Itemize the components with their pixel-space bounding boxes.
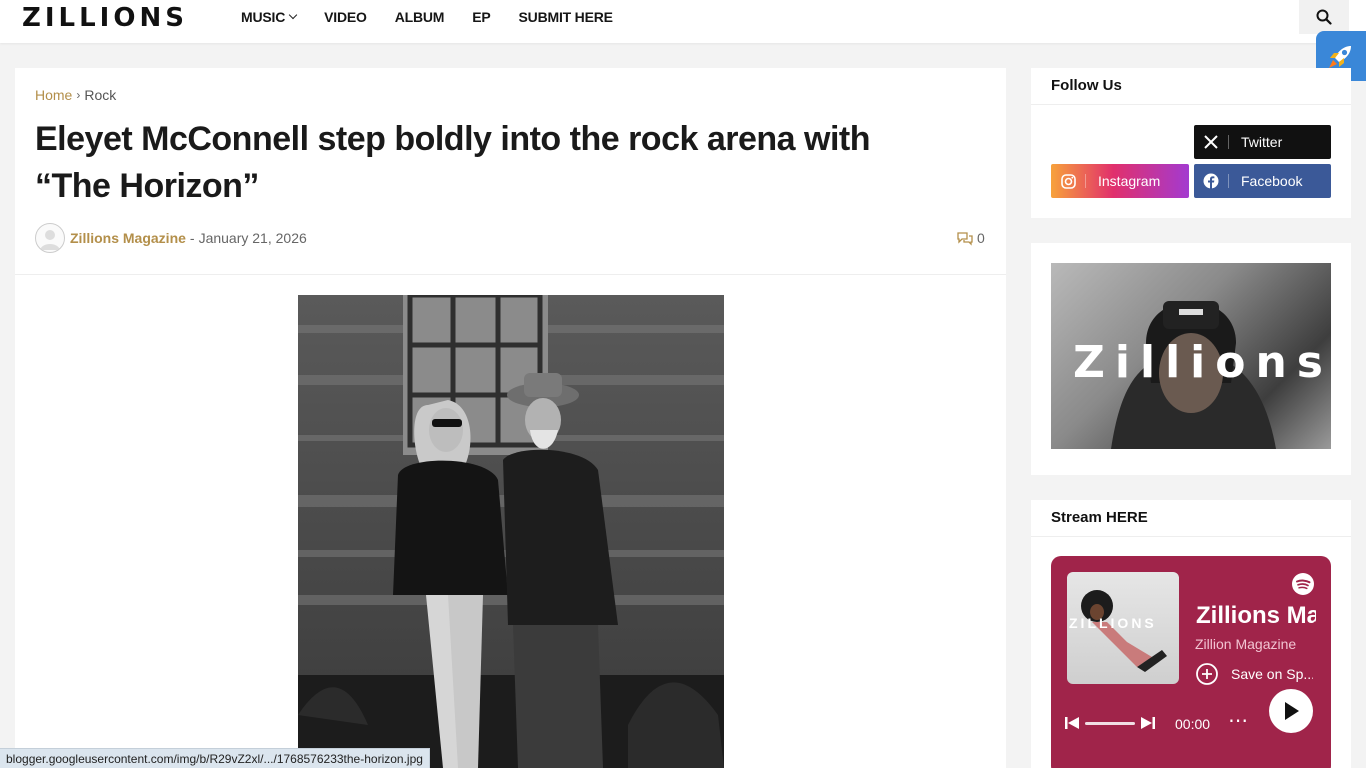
stream-widget: Stream HERE ZILLIONS Zillions Ma Zillion… — [1031, 500, 1351, 768]
plus-circle-icon — [1196, 663, 1218, 685]
instagram-button[interactable]: Instagram — [1051, 164, 1189, 198]
next-track-icon[interactable] — [1141, 716, 1155, 730]
comment-count: 0 — [977, 230, 985, 246]
user-icon — [40, 230, 60, 250]
main-nav: MUSIC VIDEO ALBUM EP SUBMIT HERE — [241, 0, 641, 34]
site-logo[interactable]: ZILLIONS — [22, 3, 188, 33]
breadcrumb-home-link[interactable]: Home — [35, 87, 72, 103]
cover-text: ZILLIONS — [1069, 615, 1157, 631]
chevron-right-icon: › — [76, 88, 81, 102]
nav-item-video[interactable]: VIDEO — [324, 9, 367, 25]
play-button[interactable] — [1269, 689, 1313, 733]
play-icon — [1285, 702, 1299, 720]
comments-icon — [957, 231, 973, 246]
twitter-label: Twitter — [1241, 134, 1283, 150]
playlist-cover-art[interactable]: ZILLIONS — [1067, 572, 1179, 684]
widget-title: Follow Us — [1051, 77, 1122, 94]
date-separator: - — [189, 230, 195, 246]
meta-divider — [15, 274, 1006, 275]
breadcrumb: Home › Rock — [35, 87, 116, 103]
nav-item-music[interactable]: MUSIC — [241, 9, 298, 25]
author-avatar[interactable] — [35, 223, 65, 253]
nav-item-ep[interactable]: EP — [472, 9, 490, 25]
facebook-icon — [1194, 173, 1228, 189]
facebook-label: Facebook — [1241, 173, 1303, 189]
search-icon — [1316, 9, 1332, 25]
spotify-logo-icon[interactable] — [1292, 573, 1314, 595]
twitter-button[interactable]: Twitter — [1194, 125, 1331, 159]
nav-item-submit-here[interactable]: SUBMIT HERE — [519, 9, 613, 25]
nav-label: SUBMIT HERE — [518, 9, 613, 25]
photo-illustration — [298, 295, 724, 768]
follow-us-widget: Follow Us Twitter Instagram Facebook — [1031, 68, 1351, 218]
progress-bar[interactable] — [1085, 721, 1135, 725]
facebook-button[interactable]: Facebook — [1194, 164, 1331, 198]
article-title: Eleyet McConnell step boldly into the ro… — [35, 120, 871, 205]
separator — [1228, 174, 1229, 188]
nav-label: VIDEO — [324, 9, 367, 25]
widget-divider — [1031, 536, 1351, 537]
article-card: Home › Rock Eleyet McConnell step boldly… — [15, 68, 1006, 768]
more-options-button[interactable]: ⋯ — [1228, 708, 1249, 733]
search-button[interactable] — [1299, 0, 1349, 34]
widget-divider — [1031, 104, 1351, 105]
widget-title: Stream HERE — [1051, 509, 1148, 526]
playlist-title[interactable]: Zillions Ma — [1196, 602, 1316, 630]
previous-track-icon[interactable] — [1065, 716, 1079, 730]
browser-status-bar: blogger.googleusercontent.com/img/b/R29v… — [0, 748, 430, 768]
article-featured-image[interactable] — [298, 295, 724, 768]
nav-label: ALBUM — [394, 9, 445, 25]
nav-label: MUSIC — [241, 9, 286, 25]
breadcrumb-category[interactable]: Rock — [84, 87, 116, 103]
banner-widget: Zillions — [1031, 243, 1351, 475]
publish-date: January 21, 2026 — [198, 230, 307, 246]
banner-wordmark: Zillions — [1073, 337, 1331, 388]
article-meta: Zillions Magazine - January 21, 2026 — [35, 223, 307, 253]
nav-label: EP — [472, 9, 491, 25]
site-header: ZILLIONS MUSIC VIDEO ALBUM EP SUBMIT HER… — [0, 0, 1366, 43]
spotify-embed-player: ZILLIONS Zillions Ma Zillion Magazine Sa… — [1051, 556, 1331, 768]
instagram-label: Instagram — [1098, 173, 1161, 189]
comments-link[interactable]: 0 — [956, 230, 985, 246]
chevron-down-icon — [288, 10, 298, 20]
playlist-owner[interactable]: Zillion Magazine — [1195, 636, 1296, 652]
nav-item-album[interactable]: ALBUM — [395, 9, 445, 25]
instagram-icon — [1051, 173, 1085, 189]
separator — [1228, 135, 1229, 149]
separator — [1085, 174, 1086, 188]
save-on-spotify-button[interactable]: Save on Sp... — [1195, 662, 1313, 686]
playback-time: 00:00 — [1175, 716, 1211, 732]
author-link[interactable]: Zillions Magazine — [70, 230, 186, 246]
save-label: Save on Sp... — [1231, 666, 1313, 682]
x-icon — [1194, 135, 1228, 149]
zillions-banner-image[interactable]: Zillions — [1051, 263, 1331, 449]
